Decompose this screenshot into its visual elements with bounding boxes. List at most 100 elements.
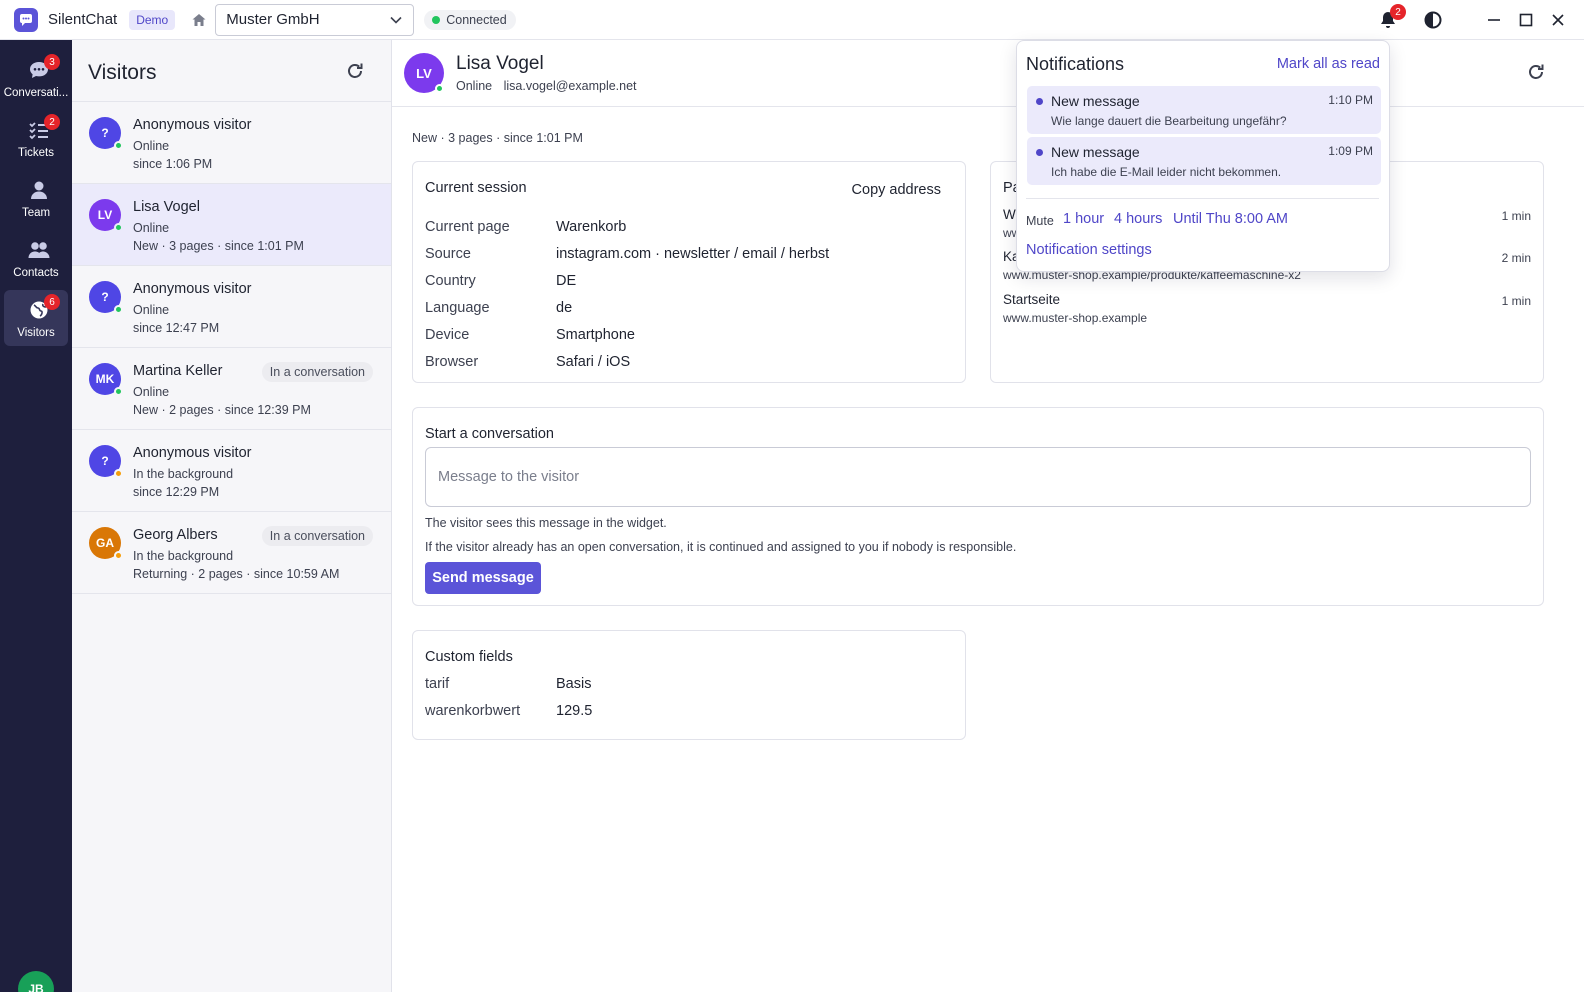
visitor-detail: LV Lisa Vogel Online lisa.vogel@example.… [392, 40, 1584, 992]
notification-title: New message [1051, 144, 1140, 160]
send-message-button[interactable]: Send message [425, 562, 541, 594]
session-field-label: Device [425, 327, 470, 343]
notification-title: New message [1051, 93, 1140, 109]
visitor-initials: LV [416, 65, 432, 81]
visitor-list-item[interactable]: MK Martina Keller Online New · 2 pages · si… [72, 348, 391, 430]
session-field-label: Language [425, 300, 490, 316]
card-title: Custom fields [425, 649, 513, 665]
nav-item-conversations[interactable]: 3 Conversati... [4, 50, 68, 106]
minimize-icon[interactable] [1486, 12, 1502, 28]
presence-status-icon [114, 551, 123, 560]
visitor-initials: LV [97, 208, 113, 222]
user-initials: JB [28, 982, 44, 992]
visitor-initials: MK [95, 372, 115, 386]
visitors-panel: Visitors ? Anonymous visitor Online since 1… [72, 40, 392, 992]
close-icon[interactable] [1550, 12, 1566, 28]
mute-label: Mute [1026, 214, 1054, 228]
mark-all-read-button[interactable]: Mark all as read [1277, 56, 1380, 72]
visitor-list-item[interactable]: ? Anonymous visitor Online since 12:47 PM [72, 266, 391, 348]
visitor-list-item[interactable]: ? Anonymous visitor Online since 1:06 PM [72, 102, 391, 184]
theme-toggle-icon[interactable] [1424, 11, 1442, 29]
nav-badge: 3 [44, 54, 60, 70]
session-field-label: Source [425, 246, 471, 262]
mute-4-hours-button[interactable]: 4 hours [1114, 211, 1162, 227]
visitor-list-item[interactable]: LV Lisa Vogel Online New · 3 pages · since … [72, 184, 391, 266]
nav-item-tickets[interactable]: 2 Tickets [4, 110, 68, 166]
nav-item-team[interactable]: Team [4, 170, 68, 226]
page-duration: 1 min [1501, 294, 1531, 308]
nav-item-contacts[interactable]: Contacts [4, 230, 68, 286]
presence-status-icon [114, 387, 123, 396]
people-icon [28, 242, 50, 258]
mute-until-button[interactable]: Until Thu 8:00 AM [1173, 211, 1288, 227]
home-icon[interactable] [191, 11, 209, 29]
visitor-name: Lisa Vogel [133, 199, 200, 215]
unread-dot-icon [1036, 149, 1043, 156]
visitor-avatar: LV [89, 199, 123, 232]
org-select[interactable]: Muster GmbH [215, 3, 415, 36]
nav-item-label: Team [21, 207, 51, 219]
person-icon [31, 181, 47, 199]
app-name: SilentChat [48, 11, 118, 28]
visitors-title: Visitors [88, 61, 157, 84]
notification-settings-link[interactable]: Notification settings [1026, 242, 1152, 258]
visitor-initials: ? [101, 290, 109, 304]
title-bar: SilentChat Demo Muster GmbH Connected 2 [0, 0, 1584, 40]
divider [1026, 198, 1379, 199]
mute-1-hour-button[interactable]: 1 hour [1063, 211, 1104, 227]
notification-time: 1:09 PM [1328, 144, 1373, 158]
online-status-icon [435, 84, 444, 93]
maximize-icon[interactable] [1518, 12, 1534, 28]
visitor-initials: ? [101, 454, 109, 468]
session-field-value: Warenkorb [556, 219, 627, 235]
env-badge: Demo [129, 9, 176, 30]
page-title: Startseite [1003, 292, 1061, 307]
session-field-value: Smartphone [556, 327, 635, 343]
nav-item-label: Tickets [18, 147, 54, 159]
page-url: www.muster-shop.example [1003, 311, 1148, 325]
visitor-status: Online [133, 139, 170, 153]
visitor-meta: since 12:47 PM [133, 321, 220, 335]
notification-body: Wie lange dauert die Bearbeitung ungefäh… [1051, 114, 1287, 128]
visitor-status: Online [456, 79, 493, 93]
message-input[interactable] [425, 447, 1531, 507]
notification-time: 1:10 PM [1328, 93, 1373, 107]
app-window: SilentChat Demo Muster GmbH Connected 2 … [0, 0, 1584, 992]
custom-field-label: warenkorbwert [425, 703, 521, 719]
nav-badge: 2 [44, 114, 60, 130]
visitor-list-item[interactable]: ? Anonymous visitor In the background since… [72, 430, 391, 512]
conversation-tag: In a conversation [261, 526, 373, 546]
nav-item-label: Visitors [17, 327, 55, 339]
presence-status-icon [114, 223, 123, 232]
start-conversation-card: Start a conversation The visitor sees th… [412, 407, 1544, 606]
visitor-meta: New · 3 pages · since 1:01 PM [412, 131, 583, 145]
visitor-status: Online [133, 303, 170, 317]
visitor-avatar: LV [404, 53, 444, 93]
refresh-icon[interactable] [1526, 62, 1546, 82]
presence-status-icon [114, 469, 123, 478]
page-duration: 1 min [1501, 209, 1531, 223]
notifications-title: Notifications [1026, 54, 1125, 74]
notification-item[interactable]: New message Wie lange dauert die Bearbei… [1027, 86, 1381, 134]
nav-item-visitors[interactable]: 6 Visitors [4, 290, 68, 346]
visitor-avatar: ? [89, 445, 123, 478]
nav-item-label: Conversati... [3, 87, 69, 99]
visitor-name: Martina Keller [133, 363, 223, 379]
chevron-down-icon [390, 16, 402, 24]
visitor-meta: since 12:29 PM [133, 485, 220, 499]
visitor-status: Online [133, 221, 170, 235]
session-field-label: Country [425, 273, 476, 289]
visitor-subline: Online lisa.vogel@example.net [456, 79, 637, 93]
visitor-list-item[interactable]: GA Georg Albers In the background Returning… [72, 512, 391, 594]
refresh-icon[interactable] [345, 61, 365, 81]
page-duration: 2 min [1501, 251, 1531, 265]
nav-badge: 6 [44, 294, 60, 310]
hint-text: If the visitor already has an open conve… [425, 540, 1017, 554]
visitor-email: lisa.vogel@example.net [503, 79, 637, 93]
visitor-avatar: MK [89, 363, 123, 396]
hint-text: The visitor sees this message in the wid… [425, 516, 667, 530]
current-user-avatar[interactable]: JB [18, 971, 54, 992]
notification-item[interactable]: New message Ich habe die E-Mail leider n… [1027, 137, 1381, 185]
copy-address-button[interactable]: Copy address [852, 182, 941, 198]
presence-status-icon [114, 141, 123, 150]
